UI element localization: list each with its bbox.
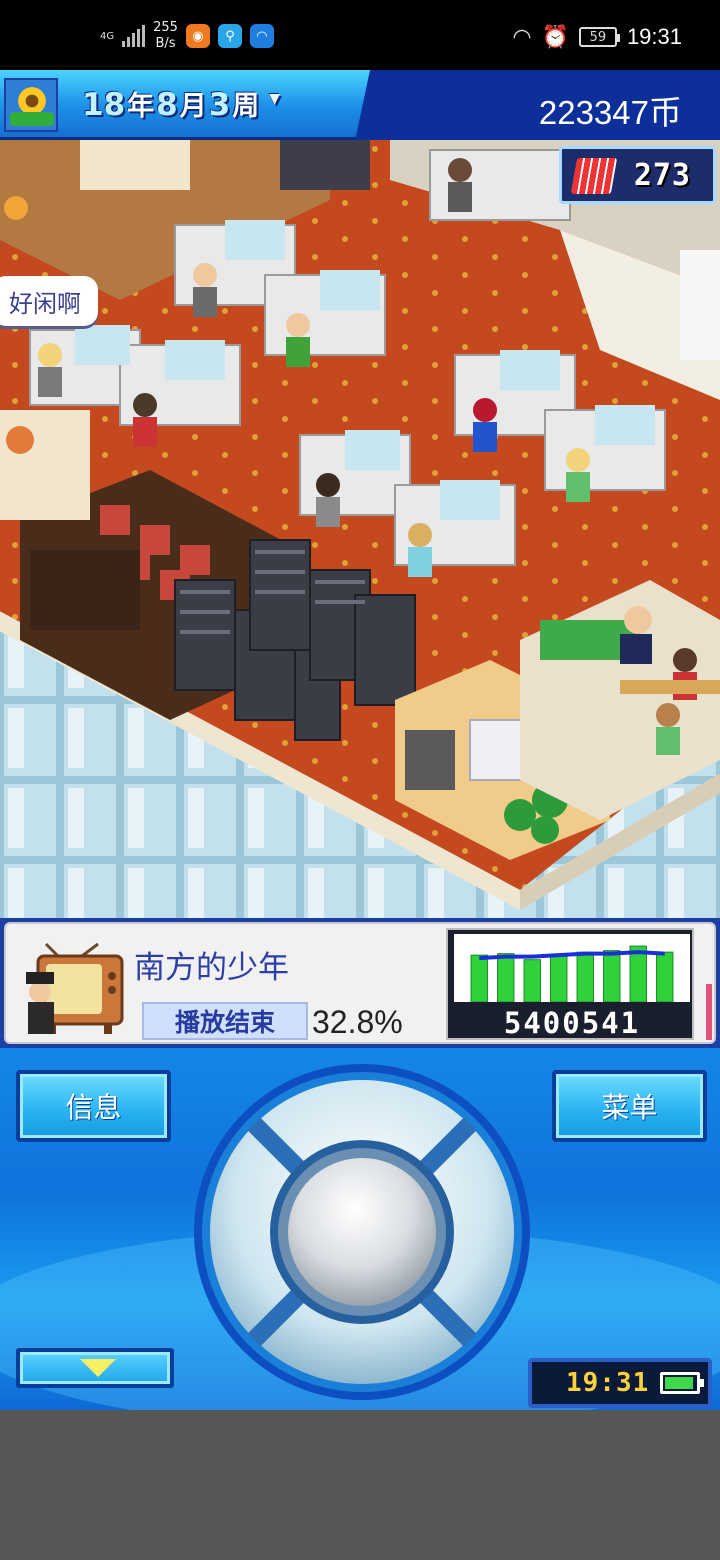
net-speed-value: 255 <box>153 20 178 35</box>
controller-area: 信息 菜单 19:31 <box>0 1048 720 1428</box>
chart-bar <box>470 954 488 1003</box>
status-left-group: 4G 255 B/s ◉ ⚲ ◠ <box>100 18 274 54</box>
chart-bar <box>629 945 647 1003</box>
chart-bar <box>550 954 568 1003</box>
date-month: 8 <box>156 87 178 123</box>
weibo-app-icon: ◉ <box>185 24 210 48</box>
show-name: 南方的少年 <box>134 950 289 986</box>
directional-pad[interactable] <box>192 1062 532 1402</box>
headphone-icon: ◠ <box>512 24 532 50</box>
net-speed-unit: B/s <box>155 36 176 51</box>
chart-bar <box>576 951 594 1003</box>
sunflower-icon <box>4 78 58 132</box>
broadcast-panel[interactable]: 南方的少年 播放结束 32.8% 5400541 <box>0 918 720 1048</box>
chart-svg <box>470 945 674 1003</box>
game-world-view[interactable]: 好闲啊 273 <box>0 140 720 918</box>
date-week: 3 <box>208 87 231 123</box>
broadcast-panel-body: 南方的少年 播放结束 32.8% 5400541 <box>4 922 716 1044</box>
system-status-bar: 4G 255 B/s ◉ ⚲ ◠ ◠ ⏰ 59 19:31 <box>0 0 720 70</box>
battery-level: 59 <box>589 29 607 45</box>
browser-app-icon: ◠ <box>249 24 274 48</box>
alarm-icon: ⏰ <box>541 24 569 50</box>
chart-plot-area <box>454 934 690 1003</box>
speech-bubble: 好闲啊 <box>0 276 98 326</box>
bike-app-icon: ⚲ <box>217 24 242 48</box>
signal-icon <box>122 25 146 47</box>
chart-bar <box>656 951 674 1003</box>
date-month-unit: 月 <box>179 91 207 122</box>
menu-button[interactable]: 菜单 <box>552 1070 707 1142</box>
status-right-group: ◠ ⏰ 59 19:31 <box>512 20 682 54</box>
ratings-chart: 5400541 <box>446 928 694 1040</box>
viewer-count: 5400541 <box>503 1006 641 1040</box>
battery-icon <box>660 1372 704 1394</box>
scroll-indicator <box>706 984 712 1040</box>
coin-balance: 223347币 <box>538 94 682 131</box>
broadcast-status-badge: 播放结束 <box>142 1002 308 1040</box>
collapse-button[interactable] <box>16 1348 174 1388</box>
game-clock: 19:31 <box>528 1358 712 1408</box>
chart-bar <box>497 953 515 1003</box>
triangle-down-icon <box>80 1359 116 1377</box>
fans-icon <box>570 158 618 194</box>
tv-icon <box>26 942 124 1034</box>
net-speed: 255 B/s <box>153 20 178 52</box>
date-week-unit: 周 <box>232 91 260 122</box>
game-top-bar: 18 年 8 月 3 周 ▼ 223347币 <box>0 70 720 140</box>
network-type-label: 4G <box>100 30 115 42</box>
battery-icon: 59 <box>578 27 620 47</box>
network-type: 4G <box>100 31 114 42</box>
date-year: 18 <box>82 87 126 123</box>
chart-bar <box>603 950 621 1003</box>
date-year-unit: 年 <box>127 91 155 122</box>
fans-counter[interactable]: 273 <box>559 146 716 204</box>
empty-area <box>0 1410 720 1560</box>
system-clock: 19:31 <box>626 24 682 49</box>
game-clock-time: 19:31 <box>566 1368 650 1398</box>
info-button[interactable]: 信息 <box>16 1070 171 1142</box>
audience-rating: 32.8% <box>312 1004 403 1040</box>
chevron-down-icon[interactable]: ▼ <box>269 91 280 107</box>
fans-count: 273 <box>633 157 691 193</box>
game-date: 18 年 8 月 3 周 ▼ <box>82 84 280 123</box>
chart-bar <box>523 959 541 1003</box>
date-panel[interactable]: 18 年 8 月 3 周 ▼ <box>0 70 370 140</box>
office-floor-illustration <box>0 140 720 918</box>
